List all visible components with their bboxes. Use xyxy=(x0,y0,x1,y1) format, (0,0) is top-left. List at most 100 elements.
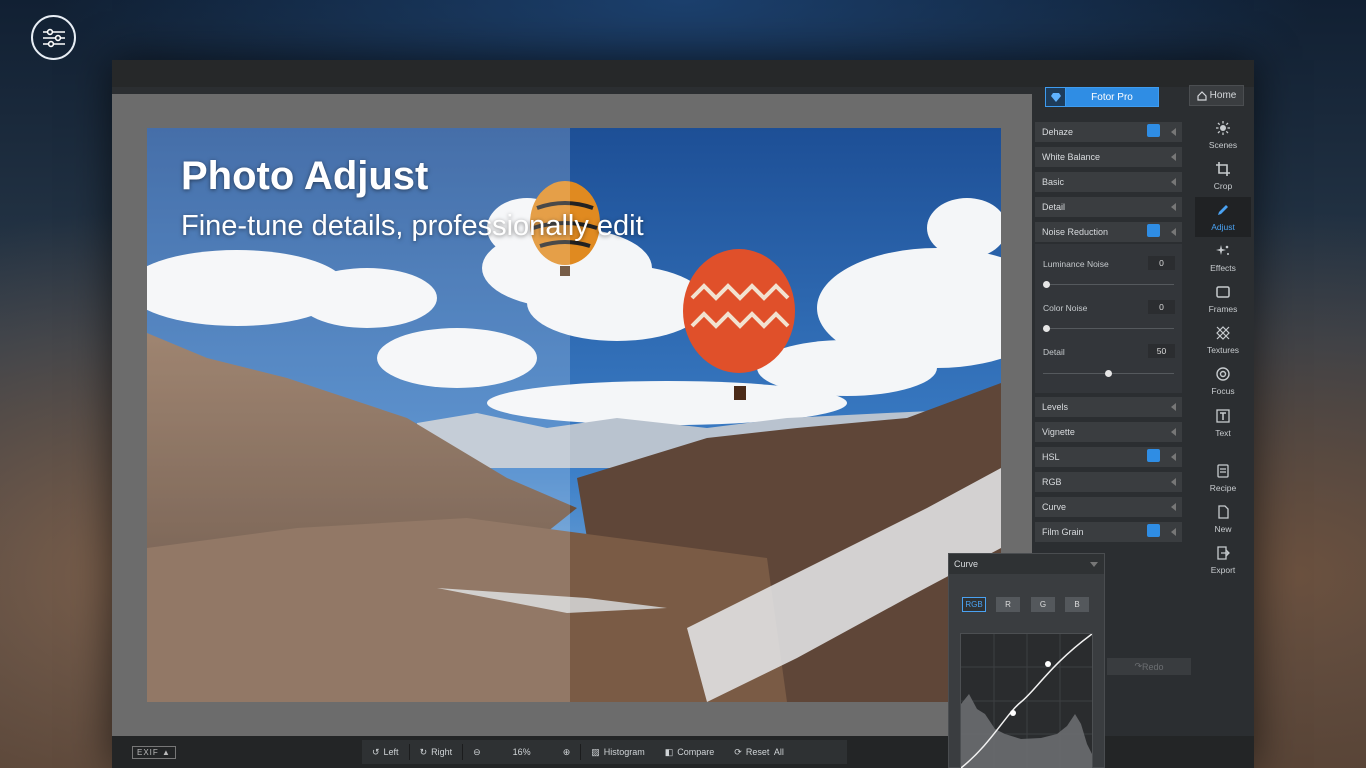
rotate-left-icon: ↺ xyxy=(372,746,380,757)
sidebar-item-label: Adjust xyxy=(1211,222,1235,232)
reset-all-button[interactable]: ⟳ Reset All xyxy=(724,740,794,764)
detail-value[interactable]: 50 xyxy=(1148,344,1175,358)
luminance-noise-value[interactable]: 0 xyxy=(1148,256,1175,270)
fotor-pro-label: Fotor Pro xyxy=(1091,91,1133,103)
sidebar-item-label: Focus xyxy=(1211,386,1235,396)
channel-button-g[interactable]: G xyxy=(1031,597,1055,612)
color-noise-knob[interactable] xyxy=(1043,325,1050,332)
adjust-row-noise-reduction[interactable]: Noise Reduction xyxy=(1035,222,1182,242)
sidebar-item-scenes[interactable]: Scenes xyxy=(1195,115,1251,155)
chevron-left-icon xyxy=(1171,453,1176,461)
diamond-icon xyxy=(1046,88,1066,106)
adjust-row-curve[interactable]: Curve xyxy=(1035,497,1182,517)
adjust-row-dehaze[interactable]: Dehaze xyxy=(1035,122,1182,142)
curve-popup: Curve RGB R G B xyxy=(948,553,1105,768)
chevron-left-icon xyxy=(1171,128,1176,136)
rotate-left-button[interactable]: ↺ Left xyxy=(362,740,409,764)
title-bar xyxy=(112,60,1254,87)
settings-sliders-button[interactable] xyxy=(31,15,76,60)
adjust-row-basic[interactable]: Basic xyxy=(1035,172,1182,192)
sidebar-item-label: Frames xyxy=(1208,304,1238,314)
detail-slider[interactable] xyxy=(1043,370,1174,377)
color-noise-slider[interactable] xyxy=(1043,325,1174,332)
adjust-row-label: Dehaze xyxy=(1042,127,1074,137)
zoom-out-button[interactable]: ⊖ xyxy=(463,740,491,764)
sidebar-item-frames[interactable]: Frames xyxy=(1195,279,1251,319)
chevron-left-icon xyxy=(1171,428,1176,436)
adjust-row-label: Detail xyxy=(1042,202,1066,212)
compare-label: Compare xyxy=(677,747,715,757)
chevron-down-icon[interactable] xyxy=(1090,562,1098,567)
compare-button[interactable]: ◧ Compare xyxy=(655,740,725,764)
sliders-icon xyxy=(42,28,65,47)
export-icon xyxy=(1216,546,1230,565)
adjust-row-label: Basic xyxy=(1042,177,1065,187)
adjust-row-rgb[interactable]: RGB xyxy=(1035,472,1182,492)
adjust-row-hsl[interactable]: HSL xyxy=(1035,447,1182,467)
adjust-row-film-grain[interactable]: Film Grain xyxy=(1035,522,1182,542)
redo-button[interactable]: ↷ Redo xyxy=(1107,658,1191,675)
curve-header[interactable]: Curve xyxy=(949,554,1104,574)
tone-curve xyxy=(960,633,1093,768)
color-noise-value[interactable]: 0 xyxy=(1148,300,1175,314)
luminance-noise-slider[interactable] xyxy=(1043,281,1174,288)
channel-button-r[interactable]: R xyxy=(996,597,1020,612)
adjust-row-vignette[interactable]: Vignette xyxy=(1035,422,1182,442)
pro-diamond-icon xyxy=(1147,449,1160,462)
sidebar-item-recipe[interactable]: Recipe xyxy=(1195,458,1251,498)
sidebar-item-crop[interactable]: Crop xyxy=(1195,156,1251,196)
sidebar-item-adjust[interactable]: Adjust xyxy=(1195,197,1251,237)
sparkles-icon xyxy=(1216,244,1230,263)
channel-button-rgb[interactable]: RGB xyxy=(962,597,986,612)
home-label: Home xyxy=(1209,90,1237,101)
histogram-icon: ▨ xyxy=(591,746,600,757)
curve-title: Curve xyxy=(954,559,979,569)
fotor-pro-button[interactable]: Fotor Pro xyxy=(1045,87,1159,107)
adjust-row-levels[interactable]: Levels xyxy=(1035,397,1182,417)
sidebar-item-label: Text xyxy=(1215,428,1231,438)
rotate-right-button[interactable]: ↻ Right xyxy=(410,740,463,764)
luminance-noise-knob[interactable] xyxy=(1043,281,1050,288)
adjust-row-white-balance[interactable]: White Balance xyxy=(1035,147,1182,167)
histogram-button[interactable]: ▨ Histogram xyxy=(581,740,655,764)
rotate-right-icon: ↻ xyxy=(419,746,428,757)
rotate-left-label: Left xyxy=(383,747,399,757)
sidebar-item-export[interactable]: Export xyxy=(1195,540,1251,580)
curve-graph[interactable] xyxy=(960,633,1093,768)
sidebar-item-text[interactable]: Text xyxy=(1195,403,1251,443)
adjust-row-detail[interactable]: Detail xyxy=(1035,197,1182,217)
chevron-left-icon xyxy=(1171,153,1176,161)
photo-preview[interactable]: Photo Adjust Fine-tune details, professi… xyxy=(147,128,1001,702)
histogram-label: Histogram xyxy=(603,747,645,757)
zoom-out-icon: ⊖ xyxy=(473,746,481,757)
chevron-left-icon xyxy=(1171,528,1176,536)
sidebar-item-focus[interactable]: Focus xyxy=(1195,361,1251,401)
sidebar-item-label: Recipe xyxy=(1209,483,1237,493)
pro-diamond-icon xyxy=(1147,124,1160,137)
adjust-row-label: Vignette xyxy=(1042,427,1075,437)
detail-knob[interactable] xyxy=(1105,370,1112,377)
sidebar-item-textures[interactable]: Textures xyxy=(1195,320,1251,360)
exif-button[interactable]: EXIF ▲ xyxy=(132,746,176,759)
adjust-row-label: RGB xyxy=(1042,477,1062,487)
new-file-icon xyxy=(1216,505,1230,524)
home-icon xyxy=(1197,90,1207,101)
compare-icon: ◧ xyxy=(664,746,674,757)
zoom-in-button[interactable]: ⊕ xyxy=(553,740,581,764)
chevron-left-icon xyxy=(1171,228,1176,236)
sidebar-item-label: Scenes xyxy=(1208,140,1238,150)
sidebar-item-new[interactable]: New xyxy=(1195,499,1251,539)
home-button[interactable]: Home xyxy=(1189,85,1244,106)
adjust-row-label: White Balance xyxy=(1042,152,1101,162)
sidebar-item-label: Effects xyxy=(1210,263,1236,273)
chevron-left-icon xyxy=(1171,503,1176,511)
rotate-right-label: Right xyxy=(431,747,453,757)
pencil-icon xyxy=(1216,203,1230,222)
chevron-left-icon xyxy=(1171,178,1176,186)
promo-title: Photo Adjust xyxy=(181,154,429,198)
chevron-left-icon xyxy=(1171,478,1176,486)
view-toolbar: ↺ Left ↻ Right ⊖ 16% ⊕ ▨ Histogram ◧ Com… xyxy=(362,740,847,764)
channel-button-b[interactable]: B xyxy=(1065,597,1089,612)
sidebar-item-effects[interactable]: Effects xyxy=(1195,238,1251,278)
exif-label: EXIF xyxy=(137,748,159,757)
